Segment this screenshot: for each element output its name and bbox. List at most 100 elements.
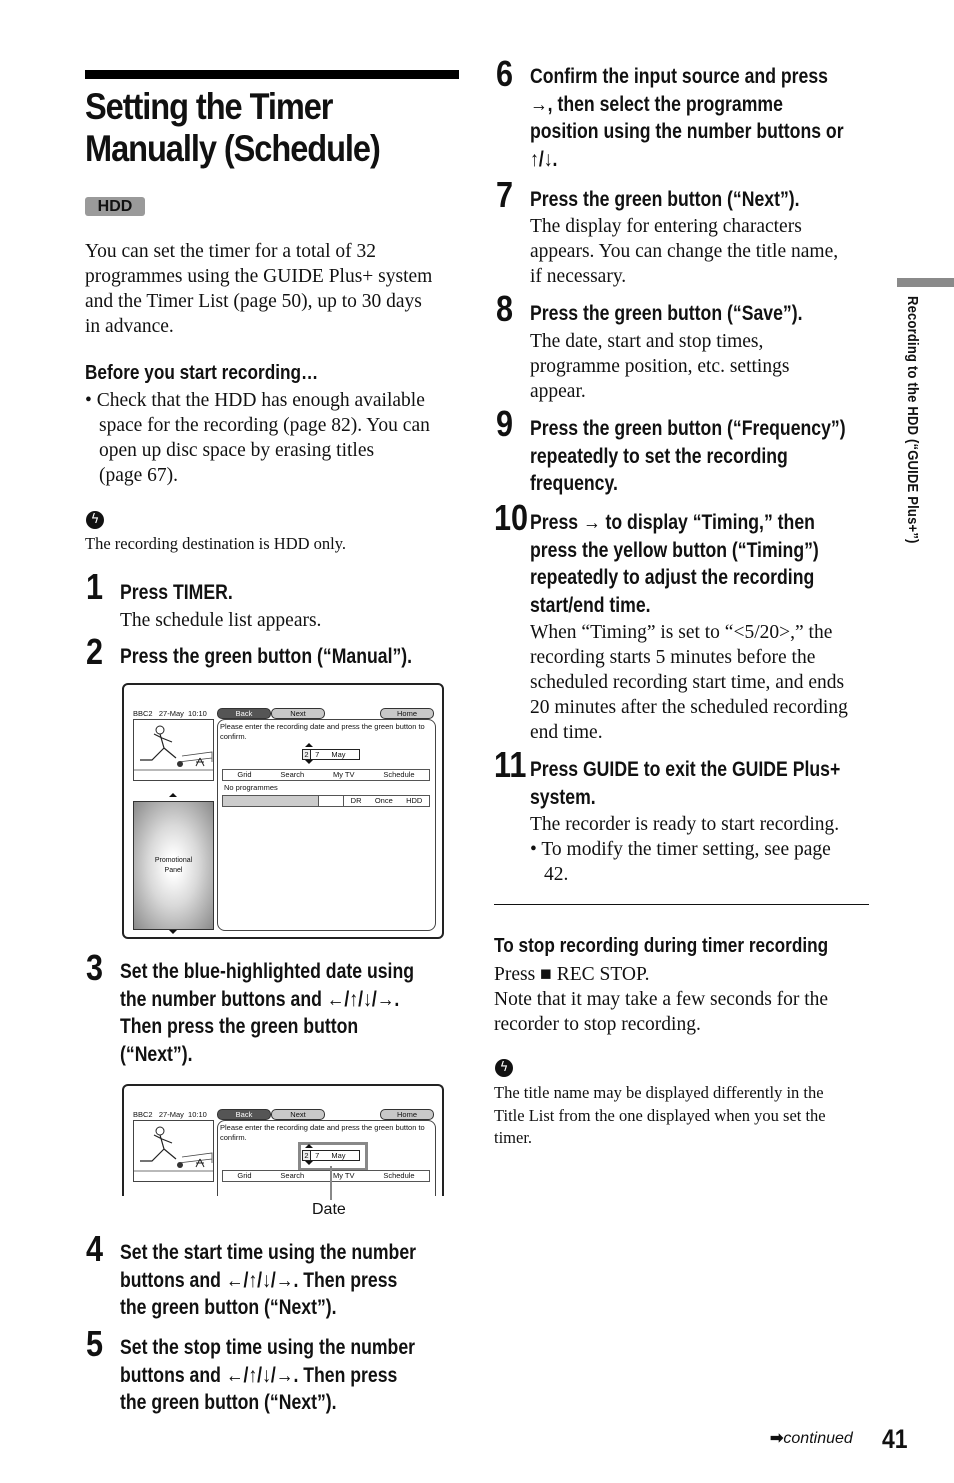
step-heading-line: start/end time.	[530, 593, 651, 617]
stop-heading: To stop recording during timer recording	[494, 935, 829, 957]
step-body-line: if necessary.	[530, 266, 627, 287]
tab-my-tv[interactable]: My TV	[333, 1171, 355, 1181]
page-title-line2: Manually (Schedule)	[85, 128, 381, 169]
step-heading-line: Press the green button (“Frequency”)	[530, 417, 846, 440]
bullet-line: • Check that the HDD has enough availabl…	[85, 390, 425, 411]
prompt-text: Please enter the recording date and pres…	[220, 722, 432, 742]
stop-paragraph: Press ■ REC STOP. Note that it may take …	[494, 962, 874, 1037]
next-button[interactable]: Next	[271, 708, 325, 719]
scroll-down-arrow[interactable]	[169, 930, 177, 934]
date-up-arrow[interactable]	[305, 1144, 313, 1148]
intro-paragraph: You can set the timer for a total of 32 …	[85, 239, 465, 339]
step-heading: Press → to display “Timing,” then press …	[530, 509, 883, 619]
tab-search[interactable]: Search	[280, 1171, 304, 1181]
tab-grid[interactable]: Grid	[237, 770, 251, 780]
step-body: The date, start and stop times, programm…	[530, 329, 875, 404]
step-heading-line: Confirm the input source and press	[530, 65, 828, 88]
tab-grid[interactable]: Grid	[237, 1171, 251, 1181]
step-heading-line: buttons and ←/↑/↓/→. Then press	[120, 1268, 398, 1292]
step-body-line: 20 minutes after the scheduled recording	[530, 697, 848, 718]
no-programmes-label: No programmes	[224, 783, 278, 792]
time-label: 10:10	[188, 709, 207, 718]
home-button[interactable]: Home	[380, 708, 434, 719]
guide-tabs: Grid Search My TV Schedule	[222, 769, 430, 781]
entry-blank-cell	[319, 796, 344, 806]
step-body: The schedule list appears.	[120, 610, 322, 631]
continued-label: continued	[783, 1430, 853, 1447]
schedule-entry-row[interactable]: DR Once HDD	[222, 795, 430, 807]
intro-line: programmes using the GUIDE Plus+ system	[85, 266, 433, 287]
tip-icon: ϟ	[495, 1059, 513, 1077]
step-heading: Set the stop time using the number butto…	[120, 1334, 473, 1417]
step-heading-line: position using the number buttons or	[530, 120, 844, 143]
date-digit-highlighted: 2	[303, 750, 311, 759]
prompt-line: confirm.	[220, 732, 247, 741]
step-heading-line: (“Next”).	[120, 1042, 193, 1066]
step-number: 2	[86, 631, 104, 672]
date-callout-label: Date	[312, 1201, 346, 1218]
channel-label: BBC2	[133, 709, 153, 718]
back-button[interactable]: Back	[217, 1109, 271, 1120]
tab-schedule[interactable]: Schedule	[383, 1171, 414, 1181]
step-heading-line: Set the start time using the number	[120, 1241, 417, 1264]
title-rule	[85, 70, 459, 79]
tab-schedule[interactable]: Schedule	[383, 770, 414, 780]
step-heading-line: system.	[530, 785, 596, 809]
step-heading-line: Set the stop time using the number	[120, 1336, 416, 1359]
step-body: When “Timing” is set to “<5/20>,” the re…	[530, 620, 875, 745]
step-heading-line: buttons and ←/↑/↓/→. Then press	[120, 1363, 398, 1387]
date-field[interactable]: 2 7 May	[302, 749, 360, 760]
date-down-arrow[interactable]	[305, 1161, 313, 1165]
step-body-line: scheduled recording start time, and ends	[530, 672, 845, 693]
intro-line: and the Timer List (page 50), up to 30 d…	[85, 291, 422, 312]
date-digit: 7	[315, 750, 320, 759]
prompt-line: Please enter the recording date and pres…	[220, 722, 425, 731]
prompt-text: Please enter the recording date and pres…	[220, 1123, 432, 1143]
step-number: 4	[86, 1228, 104, 1269]
guide-screen-1: BBC2 27-May 10:10 Back Next Home Promoti…	[122, 683, 444, 939]
entry-title-cell	[223, 796, 319, 806]
home-button[interactable]: Home	[380, 1109, 434, 1120]
step-number: 7	[496, 174, 514, 215]
destination: HDD	[406, 796, 423, 805]
tip-text: The title name may be displayed differen…	[494, 1082, 874, 1150]
tab-search[interactable]: Search	[280, 770, 304, 780]
step-heading-line: press the yellow button (“Timing”)	[530, 538, 819, 562]
side-tab-label: Recording to the HDD (“GUIDE Plus+”)	[904, 296, 924, 626]
stop-line: Note that it may take a few seconds for …	[494, 989, 829, 1010]
date-up-arrow[interactable]	[305, 743, 313, 747]
step-body-line: The display for entering characters	[530, 216, 802, 237]
step-heading-line: the green button (“Next”).	[120, 1296, 337, 1319]
guide-tabs: Grid Search My TV Schedule	[222, 1170, 430, 1182]
next-button[interactable]: Next	[271, 1109, 325, 1120]
step-number: 11	[494, 744, 527, 785]
tip-line: Title List from the one displayed when y…	[494, 1105, 826, 1125]
step-heading-line: Then press the green button	[120, 1015, 359, 1038]
tip-line: The title name may be displayed differen…	[494, 1083, 824, 1102]
entry-settings: DR Once HDD	[344, 796, 429, 806]
step-body-line: appears. You can change the title name,	[530, 241, 839, 262]
prompt-line: Please enter the recording date and pres…	[220, 1123, 425, 1132]
step-heading-line: the number buttons and ←/↑/↓/→.	[120, 987, 400, 1011]
step-heading-line: repeatedly to set the recording	[530, 444, 788, 468]
step-body-line: The date, start and stop times,	[530, 331, 764, 352]
step-body-line: programme position, etc. settings	[530, 356, 790, 377]
step-heading: Press the green button (“Next”).	[530, 188, 800, 211]
date-field[interactable]: 2 7 May	[302, 1150, 360, 1161]
date-down-arrow[interactable]	[305, 760, 313, 764]
back-button[interactable]: Back	[217, 708, 271, 719]
bullet-line: open up disc space by erasing titles	[99, 440, 375, 461]
scroll-up-arrow[interactable]	[169, 793, 177, 797]
tip-line: timer.	[494, 1128, 533, 1147]
stop-line: Press ■ REC STOP.	[494, 962, 874, 987]
step-heading-line: ↑/↓.	[530, 147, 558, 171]
step-body: The display for entering characters appe…	[530, 214, 875, 289]
section-divider	[494, 904, 869, 905]
channel-label: BBC2	[133, 1110, 153, 1119]
callout-line	[330, 1166, 332, 1200]
schedule-panel: Please enter the recording date and pres…	[217, 1120, 436, 1196]
step-heading: Press GUIDE to exit the GUIDE Plus+ syst…	[530, 756, 883, 811]
step-body-line: recording starts 5 minutes before the	[530, 647, 816, 668]
before-bullet: • Check that the HDD has enough availabl…	[85, 388, 465, 488]
tab-my-tv[interactable]: My TV	[333, 770, 355, 780]
